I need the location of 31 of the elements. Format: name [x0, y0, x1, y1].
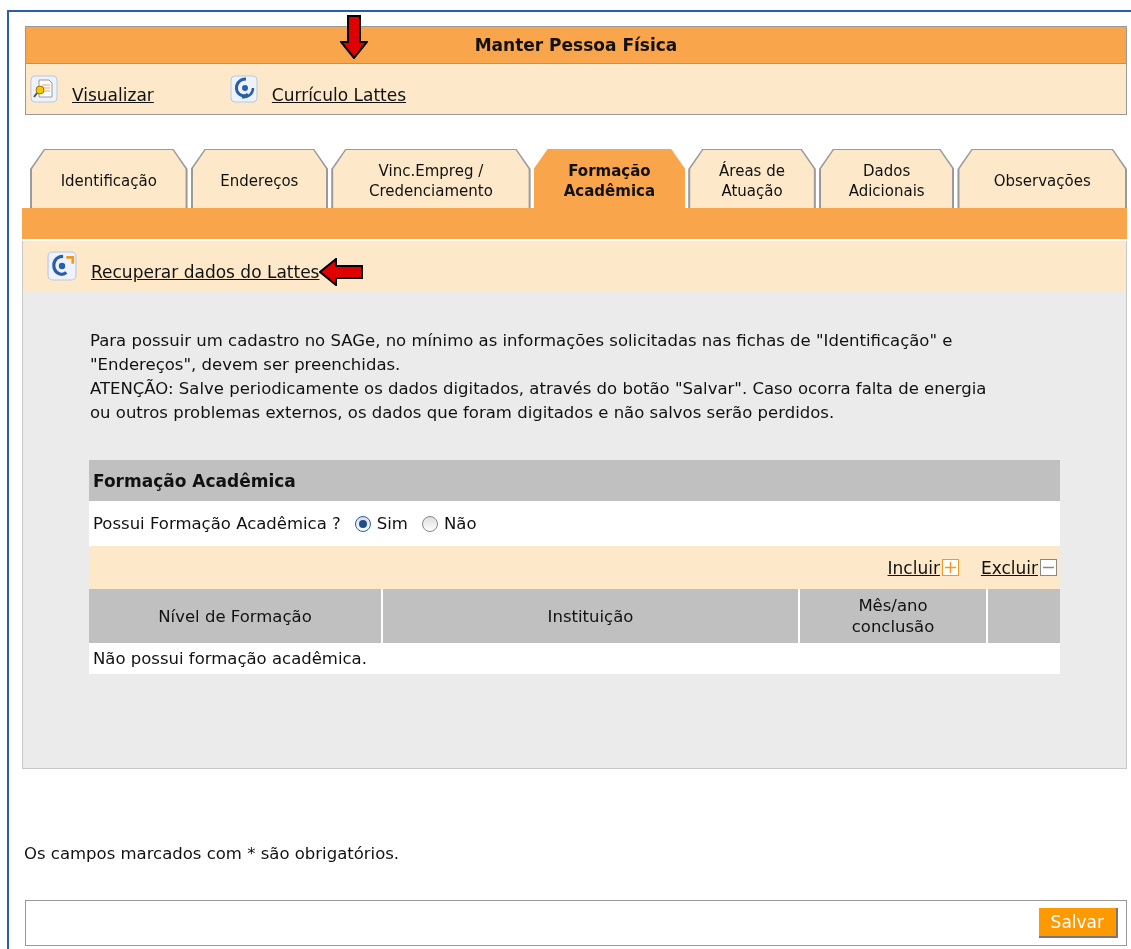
column-header: Mês/ano conclusão — [798, 589, 986, 643]
question-label: Possui Formação Acadêmica ? — [93, 514, 341, 533]
required-fields-note: Os campos marcados com * são obrigatórios. — [24, 844, 400, 863]
lattes-import-link[interactable]: Recuperar dados do Lattes — [91, 262, 320, 282]
tab[interactable]: Observações — [957, 149, 1127, 208]
tab[interactable]: Vinc.Empreg / Credenciamento — [331, 149, 531, 208]
radio-button[interactable] — [421, 515, 438, 532]
plus-icon[interactable] — [941, 559, 959, 576]
notice-text: ATENÇÃO: Salve periodicamente os dados digitados, através do botão "Salvar". Caso ocorra falta de energia ou outros problemas externos, os dados que foram digitados e não salvos serão perdidos. — [90, 378, 988, 424]
lattes-link[interactable]: Currículo Lattes — [271, 85, 407, 105]
section-title: Formação Acadêmica — [89, 460, 1060, 501]
option-label: Não — [443, 514, 477, 533]
tab[interactable]: Áreas de Atuação — [688, 149, 816, 208]
swirl-logo-icon[interactable] — [229, 75, 258, 103]
radio-button[interactable] — [354, 515, 371, 532]
empty-message: Não possui formação acadêmica. — [89, 643, 1060, 674]
remove-link[interactable]: Excluir — [980, 557, 1038, 578]
tab[interactable]: Dados Adicionais — [818, 149, 955, 208]
tab[interactable]: Endereços — [190, 149, 329, 208]
add-link[interactable]: Incluir — [887, 557, 940, 578]
swirl-logo-icon[interactable] — [47, 251, 77, 281]
tab[interactable]: Formação Acadêmica — [533, 149, 686, 208]
notice-text: Para possuir um cadastro no SAGe, no mínimo as informações solicitadas nas fichas de "Identificação" e "Endereços", devem ser preenchidas. — [90, 330, 954, 376]
column-header: Nível de Formação — [89, 589, 381, 643]
option-label: Sim — [376, 514, 408, 533]
document-magnifier-icon[interactable] — [30, 75, 58, 103]
column-header: Instituição — [381, 589, 798, 643]
page-title: Manter Pessoa Física — [474, 35, 678, 55]
tab[interactable]: Identificação — [30, 149, 188, 208]
view-link[interactable]: Visualizar — [72, 85, 154, 105]
minus-icon[interactable] — [1040, 559, 1057, 576]
